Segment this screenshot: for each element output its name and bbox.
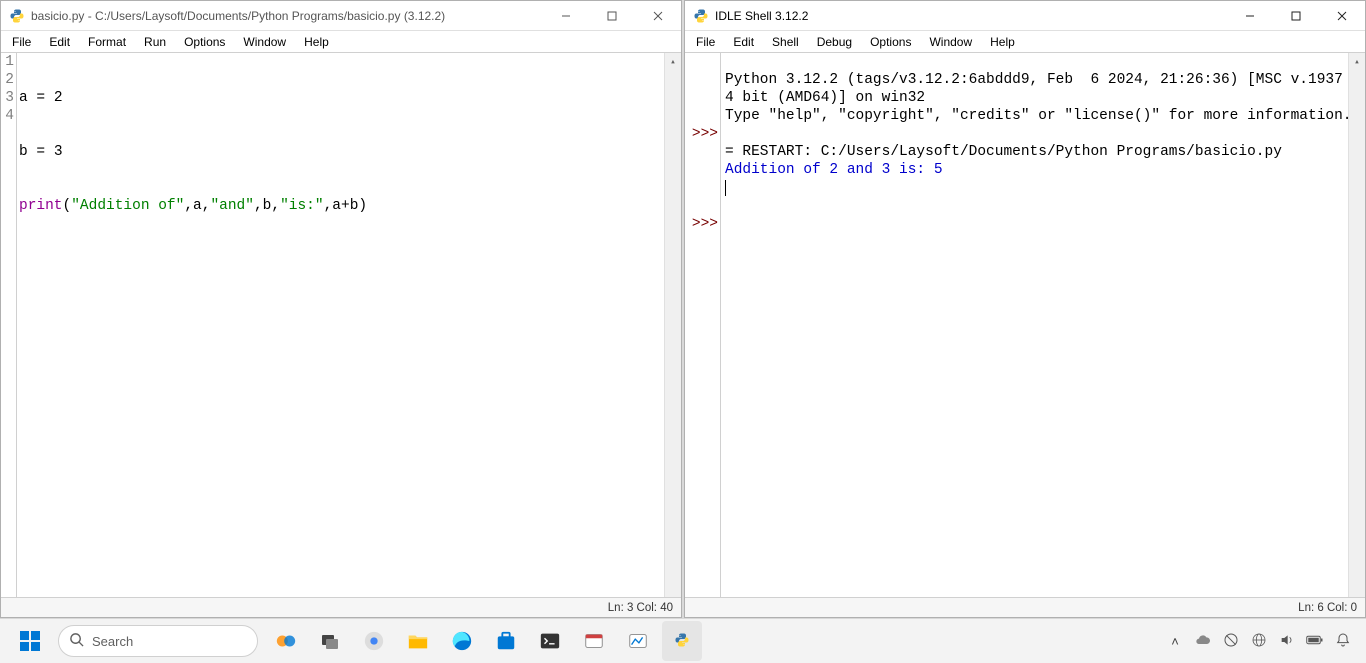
task-view-icon[interactable] [310, 621, 350, 661]
python-banner-help: Type "help", "copyright", "credits" or "… [725, 108, 1352, 124]
onedrive-icon[interactable] [1194, 632, 1212, 651]
shell-prompt-gutter: >>> >>> [685, 53, 721, 597]
terminal-icon[interactable] [530, 621, 570, 661]
search-placeholder: Search [92, 634, 133, 649]
menu-debug[interactable]: Debug [808, 33, 861, 51]
scroll-up-icon[interactable]: ▴ [1349, 53, 1365, 70]
shell-text-area[interactable]: >>> >>> Python 3.12.2 (tags/v3.12.2:6abd… [685, 53, 1365, 597]
store-icon[interactable] [486, 621, 526, 661]
menu-window[interactable]: Window [234, 33, 295, 51]
chrome-icon[interactable] [354, 621, 394, 661]
python-file-icon [9, 8, 25, 24]
menu-file[interactable]: File [3, 33, 40, 51]
minimize-button[interactable] [543, 1, 589, 30]
menu-format[interactable]: Format [79, 33, 135, 51]
text-cursor [725, 180, 726, 196]
python-shell-icon [693, 8, 709, 24]
editor-scrollbar[interactable]: ▴ [664, 53, 681, 597]
shell-statusbar: Ln: 6 Col: 0 [685, 597, 1365, 617]
app-icon[interactable] [574, 621, 614, 661]
shell-scrollbar[interactable]: ▴ [1348, 53, 1365, 597]
line-number-gutter: 1 2 3 4 [1, 53, 17, 597]
prompt-icon: >>> [685, 215, 718, 233]
taskbar-search[interactable]: Search [58, 625, 258, 657]
maximize-button[interactable] [1273, 1, 1319, 30]
menu-options[interactable]: Options [175, 33, 234, 51]
restart-line: = RESTART: C:/Users/Laysoft/Documents/Py… [725, 144, 1282, 160]
program-output: Addition of 2 and 3 is: 5 [725, 162, 943, 178]
close-button[interactable] [635, 1, 681, 30]
tray-chevron-icon[interactable]: ˄ [1166, 634, 1184, 649]
menu-options[interactable]: Options [861, 33, 920, 51]
maximize-button[interactable] [589, 1, 635, 30]
menu-help[interactable]: Help [295, 33, 338, 51]
editor-window: basicio.py - C:/Users/Laysoft/Documents/… [0, 0, 682, 618]
notifications-icon[interactable] [1334, 632, 1352, 651]
editor-title: basicio.py - C:/Users/Laysoft/Documents/… [31, 9, 543, 23]
editor-statusbar: Ln: 3 Col: 40 [1, 597, 681, 617]
search-icon [69, 632, 84, 650]
shell-window: IDLE Shell 3.12.2 File Edit Shell Debug … [684, 0, 1366, 618]
start-button[interactable] [10, 621, 50, 661]
copilot-icon[interactable] [266, 621, 306, 661]
menu-shell[interactable]: Shell [763, 33, 808, 51]
file-explorer-icon[interactable] [398, 621, 438, 661]
menu-edit[interactable]: Edit [40, 33, 79, 51]
scroll-up-icon[interactable]: ▴ [665, 53, 681, 70]
close-button[interactable] [1319, 1, 1365, 30]
shell-title: IDLE Shell 3.12.2 [715, 9, 1227, 23]
editor-titlebar[interactable]: basicio.py - C:/Users/Laysoft/Documents/… [1, 1, 681, 31]
menu-edit[interactable]: Edit [724, 33, 763, 51]
editor-text-area[interactable]: 1 2 3 4 a = 2 b = 3 print("Addition of",… [1, 53, 681, 597]
menu-window[interactable]: Window [920, 33, 981, 51]
shell-window-controls [1227, 1, 1365, 30]
shell-content[interactable]: Python 3.12.2 (tags/v3.12.2:6abddd9, Feb… [721, 53, 1365, 597]
shell-cursor-position: Ln: 6 Col: 0 [1298, 602, 1357, 614]
battery-icon[interactable] [1306, 632, 1324, 651]
python-banner: Python 3.12.2 (tags/v3.12.2:6abddd9, Feb… [725, 72, 1360, 106]
code-content[interactable]: a = 2 b = 3 print("Addition of",a,"and",… [17, 53, 681, 597]
system-tray: ˄ [1166, 632, 1358, 651]
editor-cursor-position: Ln: 3 Col: 40 [608, 602, 673, 614]
taskbar[interactable]: Search ˄ [0, 618, 1366, 663]
minimize-button[interactable] [1227, 1, 1273, 30]
edge-icon[interactable] [442, 621, 482, 661]
menu-file[interactable]: File [687, 33, 724, 51]
volume-icon[interactable] [1278, 632, 1296, 651]
shell-titlebar[interactable]: IDLE Shell 3.12.2 [685, 1, 1365, 31]
shell-menubar: File Edit Shell Debug Options Window Hel… [685, 31, 1365, 53]
menu-run[interactable]: Run [135, 33, 175, 51]
menu-help[interactable]: Help [981, 33, 1024, 51]
editor-menubar: File Edit Format Run Options Window Help [1, 31, 681, 53]
editor-window-controls [543, 1, 681, 30]
app-icon-2[interactable] [618, 621, 658, 661]
prompt-icon: >>> [685, 125, 718, 143]
no-network-icon[interactable] [1222, 632, 1240, 651]
python-idle-taskbar-icon[interactable] [662, 621, 702, 661]
language-icon[interactable] [1250, 632, 1268, 651]
